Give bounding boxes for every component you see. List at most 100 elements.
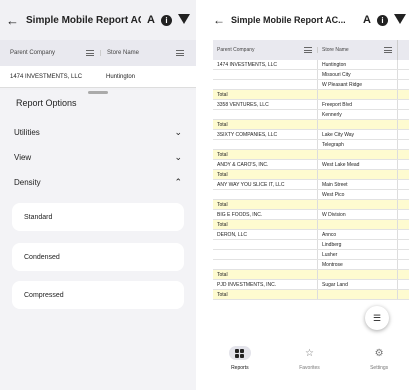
app-bar: ← Simple Mobile Report AC... A i [0,0,196,40]
section-utilities[interactable]: Utilities ⌄ [0,122,196,142]
table-row[interactable]: Montrose [213,260,409,270]
cell-company: 3SIXTY COMPANIES, LLC [217,131,278,138]
cell-company [213,240,317,249]
cell-company: Total [217,291,228,298]
report-title: Simple Mobile Report AC... [26,14,142,26]
table-row[interactable]: DERON, LLC Annco [213,230,409,240]
cell-company [213,80,317,89]
cell-company: ANDY & CARO'S, INC. [217,161,269,168]
table-row[interactable]: Kennerly [213,110,409,120]
cell-company: Total [217,151,228,158]
column-menu-icon[interactable] [384,47,392,53]
back-arrow-icon[interactable]: ← [213,13,225,27]
table-row[interactable]: PJD INVESTMENTS, INC. Sugar Land [213,280,409,290]
filter-icon[interactable] [178,13,190,27]
cell-extra [397,180,409,189]
density-option-condensed[interactable]: Condensed [12,243,184,271]
total-row[interactable]: Total [213,290,409,300]
nav-reports[interactable]: Reports [210,346,270,371]
column-header-store-name[interactable]: Store Name [317,47,397,53]
cell-extra [397,110,409,119]
cell-extra [397,90,409,99]
cell-company: Total [217,201,228,208]
table-row[interactable]: W Pleasant Ridge [213,80,409,90]
table-row[interactable]: BIG E FOODS, INC. W Division [213,210,409,220]
total-row[interactable]: Total [213,150,409,160]
cell-company [213,190,317,199]
cell-company: 1474 INVESTMENTS, LLC [10,73,83,80]
cell-extra [397,170,409,179]
grid-header: Parent Company Store Name [213,40,409,60]
cell-extra [397,130,409,139]
report-settings-fab[interactable]: ☰ [365,306,389,330]
column-menu-icon[interactable] [86,50,94,56]
column-header-parent-company[interactable]: Parent Company [213,47,317,53]
cell-company [213,70,317,79]
cell-company: DERON, LLC [217,231,248,238]
table-row[interactable]: West Pico [213,190,409,200]
chevron-down-icon: ⌄ [174,151,182,162]
cell-company: 1474 INVESTMENTS, LLC [217,61,278,68]
cell-company: PJD INVESTMENTS, INC. [217,281,277,288]
sliders-icon: ☰ [372,312,382,323]
info-icon[interactable]: i [161,14,172,26]
table-row[interactable]: Lindberg [213,240,409,250]
table-row[interactable]: Telegraph [213,140,409,150]
density-option-standard[interactable]: Standard [12,203,184,231]
gear-icon: ⚙ [374,347,384,359]
cell-extra [397,150,409,159]
cell-company: Total [217,171,228,178]
cell-company: Total [217,221,228,228]
cell-extra [397,250,409,259]
table-row[interactable]: 3SIXTY COMPANIES, LLC Lake City Way [213,130,409,140]
table-row[interactable]: 1474 INVESTMENTS, LLC Huntington [0,66,196,88]
nav-favorites[interactable]: ☆ Favorites [279,346,339,372]
column-menu-icon[interactable] [176,50,184,56]
filter-icon[interactable] [394,13,406,27]
table-row[interactable]: ANDY & CARO'S, INC. West Lake Mead [213,160,409,170]
cell-store: Kennerly [317,110,397,119]
total-row[interactable]: Total [213,220,409,230]
table-row[interactable]: 1474 INVESTMENTS, LLC Huntington [213,60,409,70]
total-row[interactable]: Total [213,170,409,180]
left-phone: ← Simple Mobile Report AC... A i Parent … [0,0,196,390]
cell-company [213,250,317,259]
star-icon: ☆ [305,347,314,359]
total-row[interactable]: Total [213,90,409,100]
cell-extra [397,200,409,209]
total-row[interactable]: Total [213,270,409,280]
cell-store: Lindberg [317,240,397,249]
cell-company [213,260,317,269]
section-view[interactable]: View ⌄ [0,147,196,167]
column-menu-icon[interactable] [304,47,312,53]
info-icon[interactable]: i [377,14,388,26]
font-size-icon[interactable]: A [363,14,371,26]
report-options-sheet: Report Options Utilities ⌄ View ⌄ Densit… [0,90,196,390]
table-row[interactable]: Missouri City [213,70,409,80]
cell-extra [397,290,409,299]
cell-store: Main Street [317,180,397,189]
back-arrow-icon[interactable]: ← [6,13,20,28]
font-size-icon[interactable]: A [147,14,155,26]
report-grid: Parent Company Store Name 1474 INVESTMEN… [0,40,196,88]
column-header-parent-company[interactable]: Parent Company [0,50,100,56]
chevron-up-icon: ⌃ [174,176,182,187]
cell-store [317,90,397,99]
total-row[interactable]: Total [213,200,409,210]
right-phone: ← Simple Mobile Report AC... A i Parent … [205,0,414,390]
cell-extra [397,80,409,89]
cell-company: Total [217,121,228,128]
table-row[interactable]: ANY WAY YOU SLICE IT, LLC Main Street [213,180,409,190]
cell-extra [397,260,409,269]
section-density[interactable]: Density ⌃ [0,172,196,192]
nav-settings[interactable]: ⚙ Settings [349,346,409,372]
sheet-title: Report Options [16,98,77,108]
table-row[interactable]: Lusher [213,250,409,260]
total-row[interactable]: Total [213,120,409,130]
sheet-drag-handle[interactable] [88,91,108,94]
column-header-store-name[interactable]: Store Name [100,50,190,56]
cell-store: West Lake Mead [317,160,397,169]
grid-header: Parent Company Store Name [0,40,196,66]
density-option-compressed[interactable]: Compressed [12,281,184,309]
table-row[interactable]: 3358 VENTURES, LLC Freeport Blvd [213,100,409,110]
